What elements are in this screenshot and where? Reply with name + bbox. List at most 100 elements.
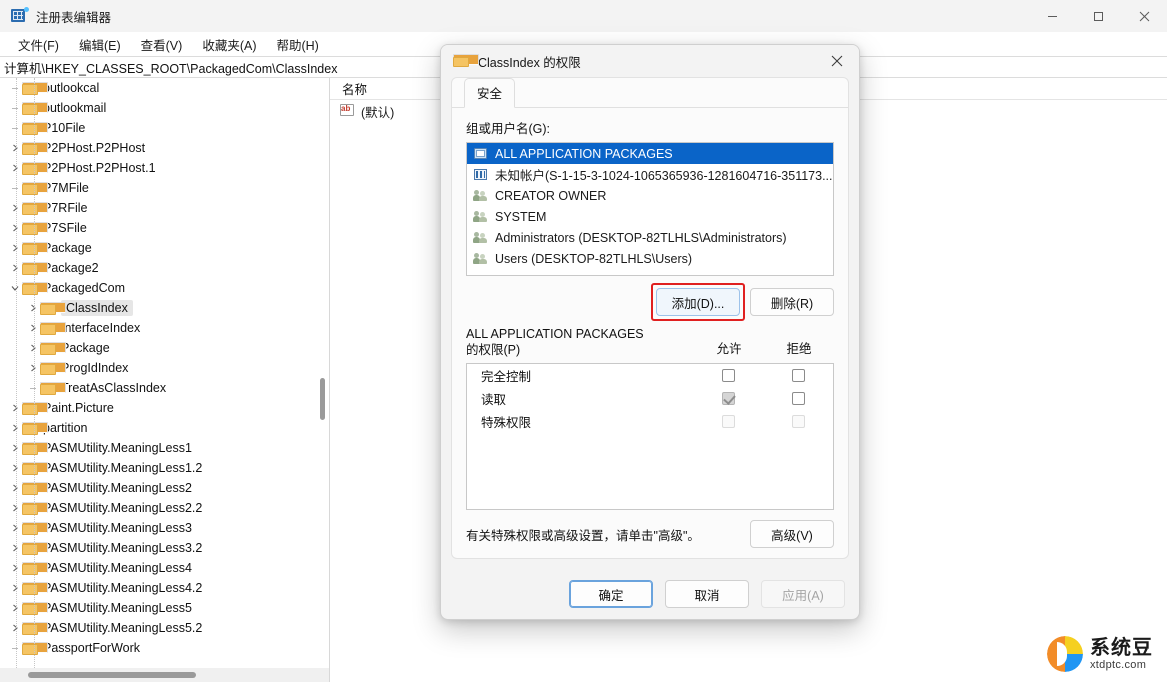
close-icon[interactable]	[1121, 0, 1167, 32]
tree-item-pasmutility-meaningless4[interactable]: PASMUtility.MeaningLess4	[0, 558, 329, 578]
tab-security[interactable]: 安全	[464, 78, 516, 108]
chevron-right-icon[interactable]	[8, 578, 22, 598]
tree-vertical-scroll-thumb[interactable]	[320, 378, 325, 420]
allow-checkbox[interactable]	[721, 369, 735, 382]
tree-item-paint-picture[interactable]: Paint.Picture	[0, 398, 329, 418]
chevron-right-icon[interactable]	[8, 598, 22, 618]
tree-item-outlookcal[interactable]: outlookcal	[0, 78, 329, 98]
window-title: 注册表编辑器	[36, 10, 112, 25]
tree-item-pasmutility-meaningless2[interactable]: PASMUtility.MeaningLess2	[0, 478, 329, 498]
tree-item-passportforwork[interactable]: PassportForWork	[0, 638, 329, 658]
menu-view[interactable]: 查看(V)	[131, 33, 193, 56]
folder-icon	[22, 121, 48, 135]
tree-item-interfaceindex[interactable]: InterfaceIndex	[0, 318, 329, 338]
tree-horizontal-scroll-thumb[interactable]	[28, 672, 196, 678]
tree-item-p10file[interactable]: P10File	[0, 118, 329, 138]
deny-checkbox[interactable]	[791, 392, 805, 405]
watermark-logo-icon	[1047, 636, 1083, 672]
column-name: 名称	[342, 83, 368, 97]
deny-checkbox	[791, 415, 805, 428]
permission-deny-cell	[763, 392, 833, 405]
chevron-right-icon[interactable]	[8, 618, 22, 638]
chevron-right-icon[interactable]	[8, 418, 22, 438]
tree-horizontal-scrollbar[interactable]	[0, 668, 329, 682]
apply-button: 应用(A)	[761, 580, 845, 608]
chevron-right-icon[interactable]	[8, 538, 22, 558]
ok-button[interactable]: 确定	[569, 580, 653, 608]
add-button[interactable]: 添加(D)...	[656, 288, 740, 316]
deny-column-header: 拒绝	[786, 342, 812, 356]
tree-item-package[interactable]: Package	[0, 238, 329, 258]
tree-item-outlookmail[interactable]: outlookmail	[0, 98, 329, 118]
user-list-item[interactable]: Administrators (DESKTOP-82TLHLS\Administ…	[467, 227, 833, 248]
chevron-right-icon[interactable]	[8, 398, 22, 418]
group-or-user-list[interactable]: ALL APPLICATION PACKAGES 未知帐户(S-1-15-3-10…	[466, 142, 834, 276]
dialog-close-icon[interactable]	[815, 45, 859, 77]
tree-item-p7sfile[interactable]: P7SFile	[0, 218, 329, 238]
chevron-right-icon[interactable]	[26, 338, 40, 358]
tree-item-pasmutility-meaningless2-2[interactable]: PASMUtility.MeaningLess2.2	[0, 498, 329, 518]
permissions-table[interactable]: 完全控制 读取 特殊权限	[466, 363, 834, 510]
tree-item-treatasclassindex[interactable]: TreatAsClassIndex	[0, 378, 329, 398]
user-list-item-label: ALL APPLICATION PACKAGES	[495, 146, 673, 161]
tree-item-label: P10File	[43, 121, 86, 135]
chevron-right-icon[interactable]	[8, 498, 22, 518]
tree-item-p2phost-p2phost[interactable]: P2PHost.P2PHost	[0, 138, 329, 158]
chevron-right-icon[interactable]	[8, 518, 22, 538]
user-list-item[interactable]: CREATOR OWNER	[467, 185, 833, 206]
user-list-item[interactable]: 未知帐户(S-1-15-3-1024-1065365936-1281604716…	[467, 164, 833, 185]
chevron-right-icon[interactable]	[8, 218, 22, 238]
chevron-right-icon[interactable]	[8, 158, 22, 178]
tree-item-progidindex[interactable]: ProgIdIndex	[0, 358, 329, 378]
chevron-right-icon[interactable]	[8, 478, 22, 498]
tree-item-package2[interactable]: Package2	[0, 258, 329, 278]
deny-checkbox[interactable]	[791, 369, 805, 382]
tree-item-label: partition	[43, 421, 88, 435]
user-list-item[interactable]: SYSTEM	[467, 206, 833, 227]
allow-checkbox[interactable]	[721, 392, 735, 405]
tree-item-pasmutility-meaningless1[interactable]: PASMUtility.MeaningLess1	[0, 438, 329, 458]
registry-tree[interactable]: outlookcal outlookmail P10File P2PHost.P2PH…	[0, 78, 329, 668]
tree-item-classindex[interactable]: ClassIndex	[0, 298, 329, 318]
cancel-button[interactable]: 取消	[665, 580, 749, 608]
chevron-right-icon[interactable]	[8, 198, 22, 218]
tree-item-p7mfile[interactable]: P7MFile	[0, 178, 329, 198]
chevron-right-icon[interactable]	[26, 358, 40, 378]
user-list-item[interactable]: Users (DESKTOP-82TLHLS\Users)	[467, 248, 833, 269]
menu-favorites[interactable]: 收藏夹(A)	[192, 33, 266, 56]
tree-item-label: PASMUtility.MeaningLess2	[43, 481, 192, 495]
chevron-right-icon[interactable]	[8, 238, 22, 258]
tree-item-packagedcom[interactable]: PackagedCom	[0, 278, 329, 298]
tree-item-pasmutility-meaningless1-2[interactable]: PASMUtility.MeaningLess1.2	[0, 458, 329, 478]
chevron-right-icon[interactable]	[8, 258, 22, 278]
maximize-icon[interactable]	[1075, 0, 1121, 32]
tree-item-p7rfile[interactable]: P7RFile	[0, 198, 329, 218]
tree-item-pasmutility-meaningless5-2[interactable]: PASMUtility.MeaningLess5.2	[0, 618, 329, 638]
chevron-right-icon[interactable]	[26, 318, 40, 338]
registry-editor-icon	[10, 7, 29, 25]
tree-item-pasmutility-meaningless5[interactable]: PASMUtility.MeaningLess5	[0, 598, 329, 618]
tree-item-p2phost-p2phost-1[interactable]: P2PHost.P2PHost.1	[0, 158, 329, 178]
chevron-right-icon[interactable]	[8, 558, 22, 578]
menu-file[interactable]: 文件(F)	[8, 33, 69, 56]
menu-help[interactable]: 帮助(H)	[266, 33, 328, 56]
chevron-right-icon[interactable]	[8, 138, 22, 158]
remove-button[interactable]: 删除(R)	[750, 288, 834, 316]
minimize-icon[interactable]	[1029, 0, 1075, 32]
tree-item-pasmutility-meaningless4-2[interactable]: PASMUtility.MeaningLess4.2	[0, 578, 329, 598]
tree-vertical-scrollbar[interactable]	[317, 78, 329, 668]
advanced-button[interactable]: 高级(V)	[750, 520, 834, 548]
chevron-right-icon[interactable]	[8, 438, 22, 458]
tree-item-pasmutility-meaningless3-2[interactable]: PASMUtility.MeaningLess3.2	[0, 538, 329, 558]
chevron-down-icon[interactable]	[8, 278, 22, 298]
user-list-item[interactable]: ALL APPLICATION PACKAGES	[467, 143, 833, 164]
menu-edit[interactable]: 编辑(E)	[69, 33, 131, 56]
tree-item-package[interactable]: Package	[0, 338, 329, 358]
user-list-item-label: SYSTEM	[495, 209, 547, 224]
tree-item-pasmutility-meaningless3[interactable]: PASMUtility.MeaningLess3	[0, 518, 329, 538]
title-bar: 注册表编辑器	[0, 0, 1167, 32]
chevron-right-icon[interactable]	[8, 458, 22, 478]
chevron-right-icon[interactable]	[26, 298, 40, 318]
folder-icon	[22, 541, 48, 555]
tree-item-partition[interactable]: partition	[0, 418, 329, 438]
